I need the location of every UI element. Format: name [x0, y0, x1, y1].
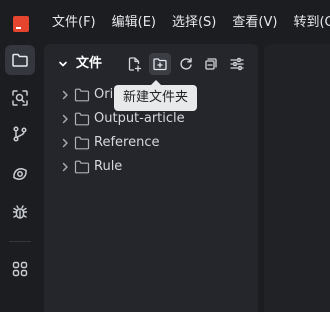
collapse-all-button[interactable] [200, 53, 222, 75]
menu-view[interactable]: 查看(V) [224, 13, 285, 33]
editor-area[interactable] [264, 44, 330, 312]
file-plus-icon [128, 57, 142, 72]
eye-icon [13, 168, 27, 180]
activity-divider [9, 241, 31, 242]
chevron-down-icon [59, 61, 67, 67]
explorer-title: 文件 [76, 56, 103, 71]
chevron-right-icon [60, 90, 70, 100]
menu-selection[interactable]: 选择(S) [164, 13, 224, 33]
menu-file[interactable]: 文件(F) [44, 13, 104, 33]
explorer-header: 文件 [44, 52, 258, 76]
refresh-button[interactable] [175, 53, 197, 75]
activity-search-button[interactable] [5, 83, 35, 113]
tree-item-label: Rule [94, 159, 123, 174]
menu-go[interactable]: 转到(G) [285, 13, 330, 33]
sliders-icon [230, 57, 244, 71]
folder-icon [74, 88, 90, 102]
new-file-button[interactable] [123, 53, 145, 75]
explorer-settings-button[interactable] [226, 53, 248, 75]
folder-icon [74, 112, 90, 126]
tree-item-reference[interactable]: Reference [44, 131, 258, 155]
grid-icon [12, 261, 28, 277]
new-folder-tooltip: 新建文件夹 [114, 80, 198, 111]
bug-icon [12, 205, 28, 219]
scan-search-icon [12, 90, 28, 106]
menu-edit[interactable]: 编辑(E) [104, 13, 164, 33]
collapse-all-icon [205, 58, 217, 70]
title-bar: 文件(F) 编辑(E) 选择(S) 查看(V) 转到(G) [0, 0, 330, 44]
activity-bar [0, 44, 38, 312]
tree-item-label: Reference [94, 135, 160, 150]
git-branch-icon [13, 126, 27, 142]
activity-extensions-button[interactable] [5, 254, 35, 284]
refresh-icon [180, 57, 192, 70]
new-folder-button[interactable] [149, 53, 171, 75]
folder-plus-icon [153, 58, 167, 71]
activity-source-control-button[interactable] [5, 119, 35, 149]
activity-debug-button[interactable] [5, 197, 35, 227]
explorer-collapse-toggle[interactable] [56, 57, 70, 71]
chevron-right-icon [60, 114, 70, 124]
tree-item-rule[interactable]: Rule [44, 155, 258, 179]
files-icon [12, 53, 28, 67]
folder-icon [74, 136, 90, 150]
tree-item-label: Output-article [94, 111, 185, 126]
activity-explorer-button[interactable] [5, 45, 35, 75]
menu-bar: 文件(F) 编辑(E) 选择(S) 查看(V) 转到(G) [44, 13, 330, 33]
chevron-right-icon [60, 162, 70, 172]
app-logo-icon [13, 16, 29, 32]
chevron-right-icon [60, 138, 70, 148]
activity-preview-button[interactable] [5, 159, 35, 189]
folder-icon [74, 160, 90, 174]
